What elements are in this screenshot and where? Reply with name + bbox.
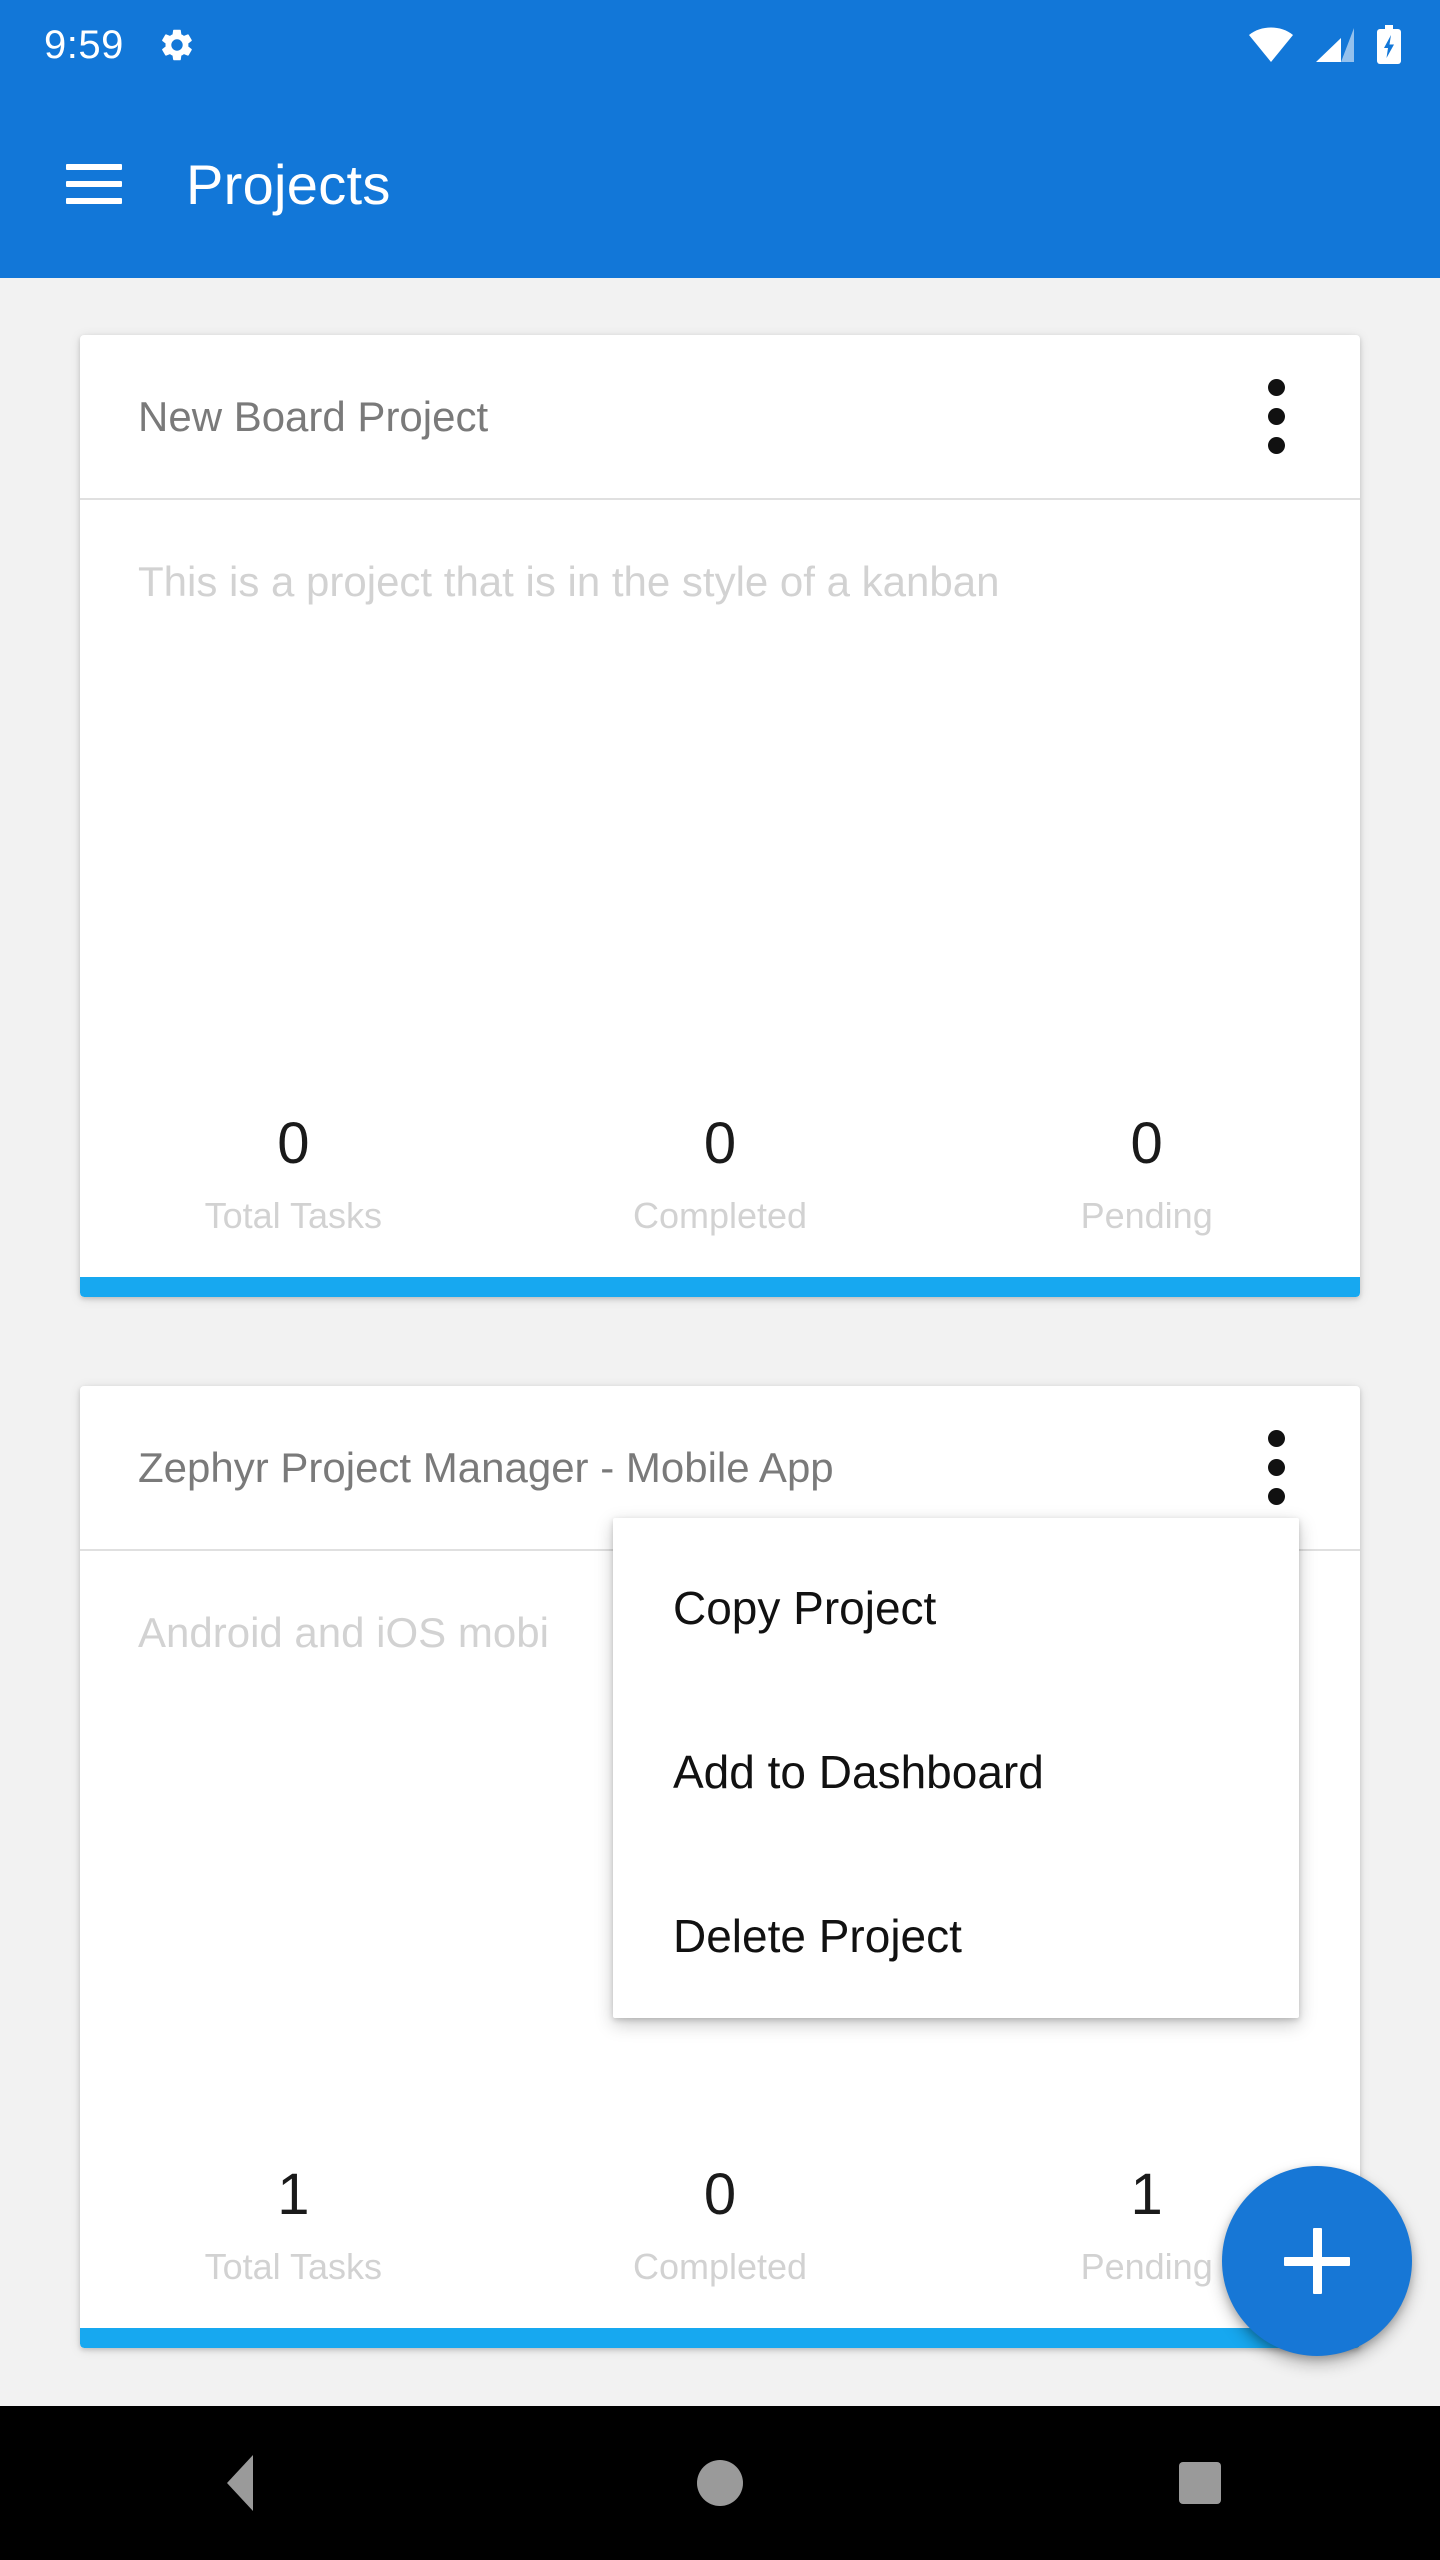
project-progress-fill: [80, 1277, 1360, 1297]
project-title: Zephyr Project Manager - Mobile App: [138, 1443, 834, 1491]
stat-label: Completed: [632, 1195, 808, 1236]
project-stats: 0 Total Tasks 0 Completed 0 Pending: [80, 1115, 1360, 1237]
app-bar: Projects: [0, 90, 1440, 278]
stat-value: 0: [703, 1111, 737, 1176]
project-list: New Board Project This is a project that…: [0, 278, 1440, 2406]
stat-total-tasks: 1 Total Tasks: [80, 2166, 507, 2288]
project-progress-bar: [80, 2328, 1360, 2348]
nav-home-button[interactable]: [640, 2406, 800, 2560]
stat-total-tasks: 0 Total Tasks: [80, 1115, 507, 1237]
page-title: Projects: [186, 152, 391, 216]
status-bar: 9:59: [0, 0, 1440, 90]
home-circle-icon: [697, 2460, 743, 2506]
menu-item-add-to-dashboard[interactable]: Add to Dashboard: [613, 1690, 1299, 1854]
stat-label: Total Tasks: [204, 2246, 383, 2287]
status-bar-clock: 9:59: [44, 22, 124, 67]
project-title: New Board Project: [138, 392, 489, 440]
stat-pending: 0 Pending: [933, 1115, 1360, 1237]
stat-value: 0: [277, 1111, 310, 1176]
project-card-header: New Board Project: [80, 335, 1360, 500]
nav-back-button[interactable]: [160, 2406, 320, 2560]
battery-charging-icon: [1376, 25, 1402, 65]
project-card[interactable]: New Board Project This is a project that…: [80, 335, 1360, 1297]
back-triangle-icon: [227, 2455, 253, 2511]
stat-label: Completed: [632, 2246, 808, 2287]
stat-value: 0: [1130, 1111, 1163, 1176]
wifi-icon: [1248, 26, 1294, 64]
project-progress-bar: [80, 1277, 1360, 1297]
recents-square-icon: [1179, 2462, 1221, 2504]
nav-recents-button[interactable]: [1120, 2406, 1280, 2560]
more-vertical-icon[interactable]: [1240, 369, 1312, 465]
stat-label: Total Tasks: [204, 1195, 383, 1236]
menu-item-copy-project[interactable]: Copy Project: [613, 1526, 1299, 1690]
stat-completed: 0 Completed: [507, 1115, 934, 1237]
hamburger-menu-icon[interactable]: [66, 164, 122, 204]
system-navigation-bar: [0, 2406, 1440, 2560]
stat-label: Pending: [1080, 1195, 1213, 1236]
status-bar-icons: [1248, 25, 1402, 65]
menu-item-delete-project[interactable]: Delete Project: [613, 1854, 1299, 2018]
stat-value: 0: [703, 2162, 737, 2227]
app-screen: 9:59 Projects New Board Project This is …: [0, 0, 1440, 2560]
add-project-fab[interactable]: [1222, 2166, 1412, 2356]
gear-icon: [158, 26, 196, 64]
project-stats: 1 Total Tasks 0 Completed 1 Pending: [80, 2166, 1360, 2288]
project-description: This is a project that is in the style o…: [138, 558, 1000, 605]
stat-completed: 0 Completed: [507, 2166, 934, 2288]
project-overflow-menu[interactable]: Copy Project Add to Dashboard Delete Pro…: [613, 1518, 1299, 2018]
cellular-signal-icon: [1314, 26, 1356, 64]
plus-icon-vertical: [1312, 2228, 1322, 2294]
stat-value: 1: [277, 2162, 310, 2227]
project-progress-fill: [80, 2328, 1360, 2348]
more-vertical-icon[interactable]: [1240, 1420, 1312, 1516]
